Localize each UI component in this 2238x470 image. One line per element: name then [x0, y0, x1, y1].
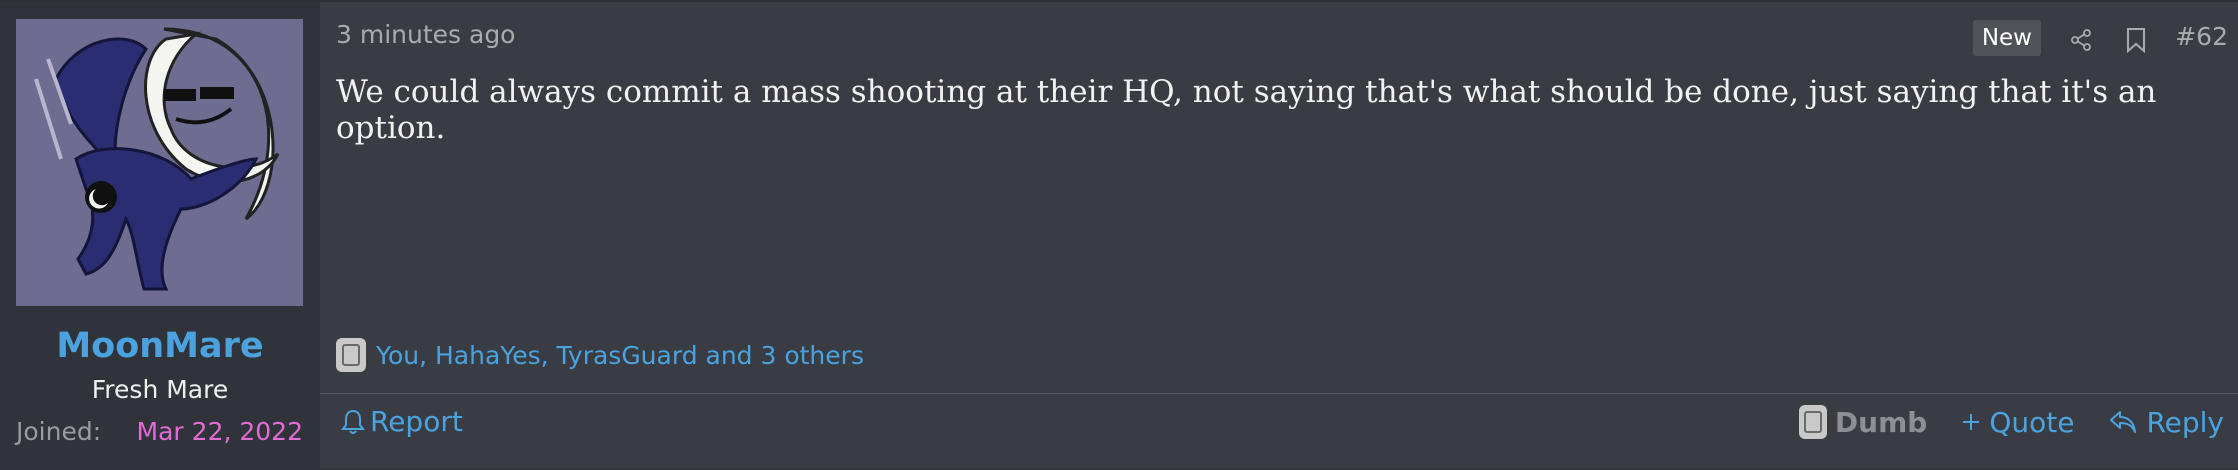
username[interactable]: MoonMare	[0, 326, 320, 366]
dumb-label: Dumb	[1834, 405, 1928, 439]
reply-button[interactable]: Reply	[2108, 406, 2224, 439]
user-info: MoonMare Fresh Mare Joined: Mar 22, 2022	[0, 2, 320, 470]
dumb-reaction-button[interactable]: Dumb	[1798, 405, 1928, 439]
dumb-reaction-icon	[1798, 405, 1827, 439]
reply-label: Reply	[2146, 405, 2224, 439]
post-message: We could always commit a mass shooting a…	[336, 74, 2157, 146]
reaction-icon	[336, 338, 366, 372]
reply-arrow-icon	[2110, 411, 2137, 433]
quote-button[interactable]: Quote	[1961, 406, 2074, 439]
bell-icon	[341, 409, 365, 434]
new-badge: New	[1972, 20, 2041, 56]
post-number[interactable]: #62	[2175, 22, 2228, 51]
forum-post: MoonMare Fresh Mare Joined: Mar 22, 2022…	[0, 0, 2238, 470]
post-actions: Dumb Quote Reply	[1798, 405, 2224, 439]
post-main: 3 minutes ago New #62 We could always co…	[320, 2, 2238, 470]
joined-label: Joined:	[16, 417, 102, 446]
bookmark-icon[interactable]	[2119, 23, 2153, 57]
quote-label: Quote	[1989, 405, 2075, 439]
plus-icon	[1963, 414, 1980, 430]
report-label: Report	[370, 405, 463, 438]
reactions-list[interactable]: You, HahaYes, TyrasGuard and 3 others	[376, 341, 864, 370]
avatar-image	[16, 19, 303, 306]
post-timestamp[interactable]: 3 minutes ago	[336, 20, 515, 49]
joined-date: Mar 22, 2022	[136, 417, 303, 446]
footer-divider	[320, 393, 2238, 394]
reactions-bar[interactable]: You, HahaYes, TyrasGuard and 3 others	[336, 338, 864, 372]
share-icon[interactable]	[2064, 23, 2098, 57]
post-header-actions: New #62	[1972, 20, 2238, 58]
user-title: Fresh Mare	[91, 375, 229, 404]
report-button[interactable]: Report	[340, 405, 463, 438]
avatar[interactable]	[16, 19, 303, 306]
